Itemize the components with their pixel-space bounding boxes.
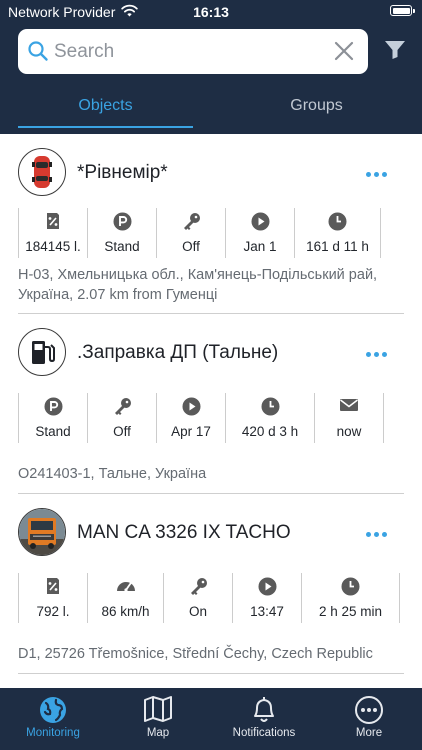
envelope-icon [315, 397, 383, 415]
nav-more[interactable]: More [329, 688, 409, 750]
stat-value: 792 l. [36, 604, 70, 619]
bottom-nav: Monitoring Map Notifications More [0, 688, 422, 750]
battery-icon [390, 5, 415, 16]
stat-value: 161 d 11 h [306, 239, 369, 254]
object-name[interactable]: MAN CA 3326 IX TACHO [77, 522, 291, 544]
header: Network Provider 16:13 Objects Groups [0, 0, 422, 134]
search-box[interactable] [18, 29, 368, 74]
stat-parking: Stand [87, 208, 156, 258]
nav-map[interactable]: Map [118, 688, 198, 750]
stat-value: Jan 1 [243, 239, 277, 254]
stat-value: 86 km/h [101, 604, 150, 619]
object-stats: 792 l. 86 km/h On 13:47 2 h 25 min [18, 573, 400, 623]
stat-value: Apr 17 [171, 424, 211, 439]
object-address: Н-03, Хмельницька обл., Кам'янець-Поділь… [18, 267, 378, 303]
stat-value: 420 d 3 h [241, 424, 299, 439]
fuel-gauge-icon [19, 212, 87, 230]
stat-duration: 420 d 3 h [225, 393, 314, 443]
stat-value: now [336, 424, 362, 439]
filter-icon[interactable] [384, 40, 406, 65]
stat-duration: 2 h 25 min [301, 573, 400, 623]
object-name[interactable]: .Заправка ДП (Тальне) [77, 342, 278, 364]
stat-duration: 161 d 11 h [294, 208, 381, 258]
stat-value: Off [113, 424, 131, 439]
card-divider [18, 673, 404, 674]
nav-monitoring[interactable]: Monitoring [13, 688, 93, 750]
tab-groups[interactable]: Groups [229, 92, 404, 130]
stat-value: On [188, 604, 207, 619]
play-icon [233, 577, 301, 596]
object-name[interactable]: *Рівнемір* [77, 162, 168, 184]
object-list: *Рівнемір* 184145 l. Stand Off Jan 1 161 [0, 134, 422, 688]
tabs: Objects Groups [0, 92, 422, 130]
globe-icon [13, 695, 93, 725]
nav-label: Map [146, 727, 170, 739]
active-tab-indicator [18, 126, 193, 128]
nav-label: Notifications [232, 727, 296, 739]
speedometer-icon [88, 577, 163, 595]
stat-value: Stand [104, 239, 140, 254]
object-card[interactable]: .Заправка ДП (Тальне) Stand Off Apr 17 4… [0, 314, 422, 494]
stat-last-message: now [314, 393, 384, 443]
status-time: 16:13 [193, 4, 229, 20]
stat-ignition: Off [87, 393, 156, 443]
more-options-icon[interactable] [366, 529, 388, 539]
bell-icon [224, 695, 304, 725]
key-icon [88, 397, 156, 415]
key-icon [157, 212, 225, 230]
object-stats: Stand Off Apr 17 420 d 3 h now [18, 393, 384, 443]
stat-value: Off [182, 239, 200, 254]
clear-search-icon[interactable] [334, 41, 354, 66]
stat-fuel: 792 l. [18, 573, 87, 623]
truck-photo-icon [18, 508, 66, 556]
tab-objects[interactable]: Objects [18, 92, 193, 130]
stat-ignition: On [163, 573, 232, 623]
more-options-icon[interactable] [366, 349, 388, 359]
stat-parking: Stand [18, 393, 87, 443]
stat-value: 13:47 [250, 604, 284, 619]
object-card[interactable]: *Рівнемір* 184145 l. Stand Off Jan 1 161 [0, 134, 422, 314]
object-stats: 184145 l. Stand Off Jan 1 161 d 11 h [18, 208, 381, 258]
clock-icon [295, 212, 380, 231]
red-car-icon [18, 148, 66, 196]
play-icon [157, 397, 225, 416]
stat-ignition: Off [156, 208, 225, 258]
fuel-station-icon [18, 328, 66, 376]
stat-value: Stand [35, 424, 71, 439]
fuel-gauge-icon [19, 577, 87, 595]
clock-icon [302, 577, 399, 596]
stat-value: 2 h 25 min [318, 604, 383, 619]
stat-speed: 86 km/h [87, 573, 163, 623]
clock-icon [226, 397, 314, 416]
more-options-icon[interactable] [366, 169, 388, 179]
more-circle-icon [329, 695, 409, 725]
play-icon [226, 212, 294, 231]
key-icon [164, 577, 232, 595]
stat-trip-start: Jan 1 [225, 208, 294, 258]
nav-label: Monitoring [26, 727, 80, 739]
object-card[interactable]: MAN CA 3326 IX TACHO 792 l. 86 km/h On 1… [0, 494, 422, 688]
stat-trip-start: Apr 17 [156, 393, 225, 443]
nav-label: More [355, 727, 383, 739]
parking-icon [88, 212, 156, 231]
object-address: D1, 25726 Třemošnice, Střední Čechy, Cze… [18, 646, 373, 662]
search-icon [27, 40, 49, 67]
parking-icon [19, 397, 87, 416]
stat-value: 184145 l. [25, 239, 81, 254]
stat-fuel: 184145 l. [18, 208, 87, 258]
stat-trip-start: 13:47 [232, 573, 301, 623]
object-address: O241403-1, Тальне, Україна [18, 466, 207, 482]
nav-notifications[interactable]: Notifications [224, 688, 304, 750]
map-icon [118, 695, 198, 723]
search-input[interactable] [54, 29, 334, 74]
status-bar: Network Provider 16:13 [0, 0, 422, 24]
